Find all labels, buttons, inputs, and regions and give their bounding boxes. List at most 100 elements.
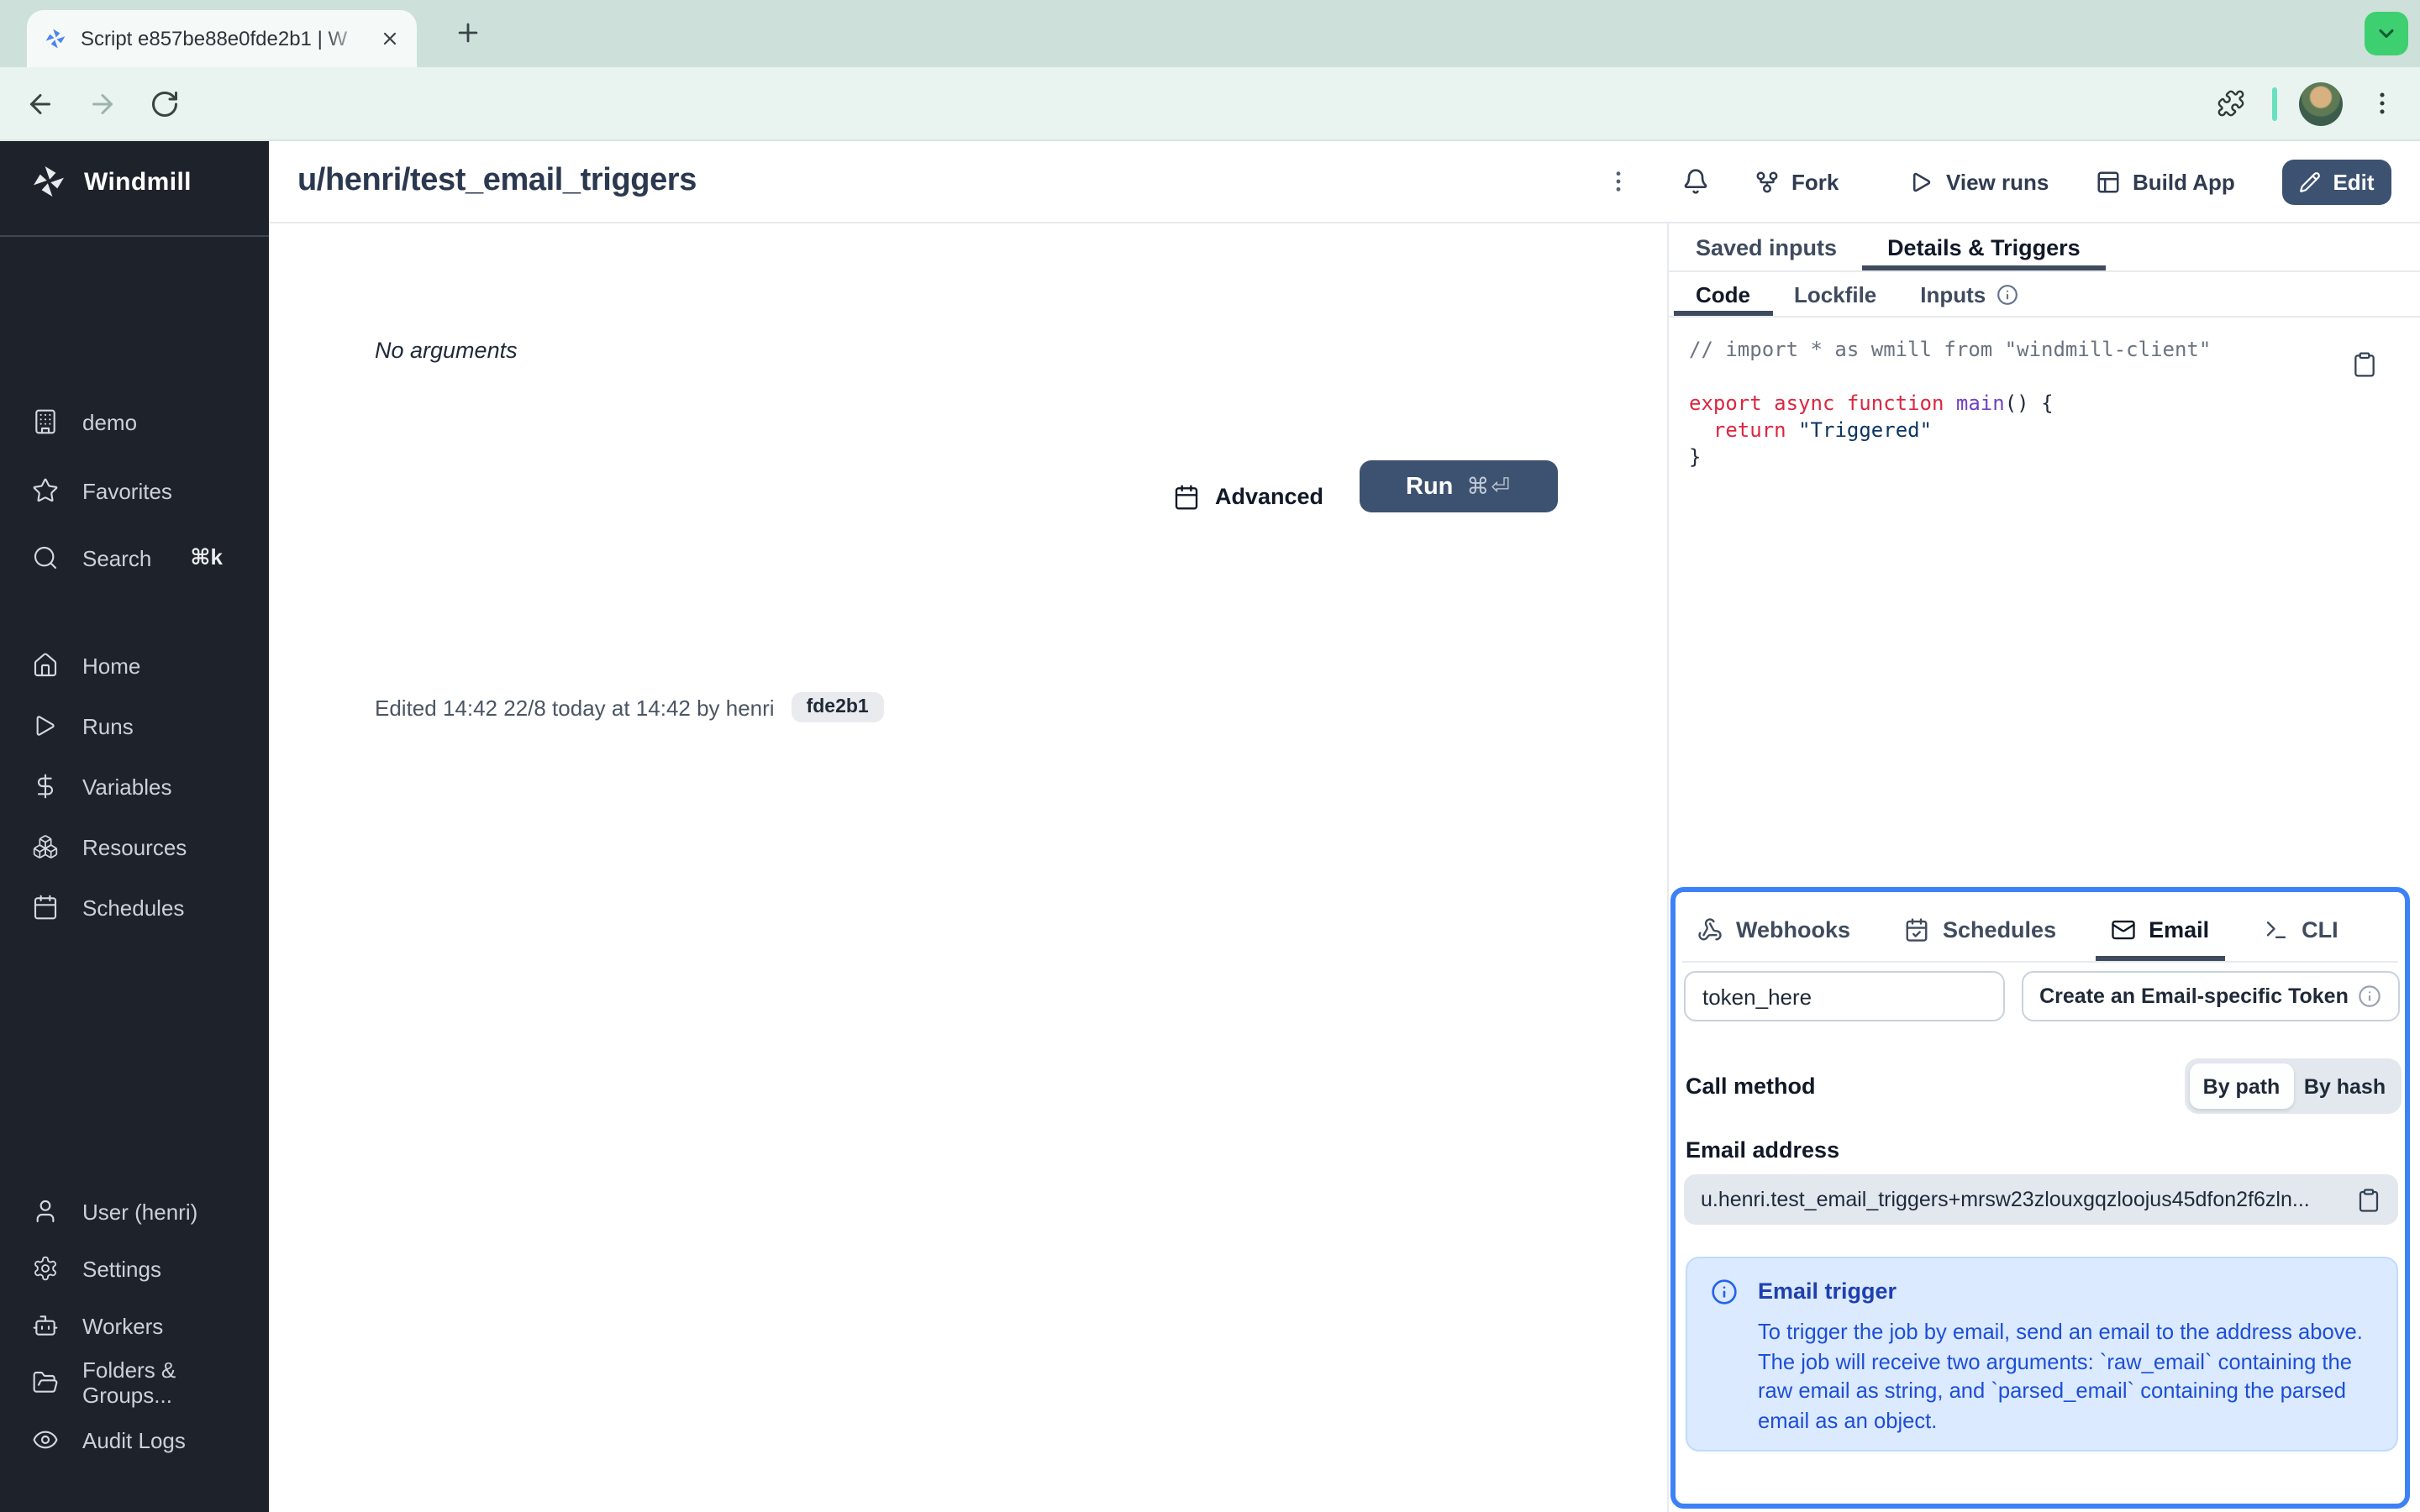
new-tab-button[interactable] (454, 18, 482, 47)
tab-lockfile[interactable]: Lockfile (1772, 272, 1898, 316)
page-title: u/henri/test_email_triggers (297, 163, 697, 198)
sidebar-item-label: Settings (82, 1256, 161, 1281)
by-hash-option[interactable]: By hash (2293, 1063, 2396, 1109)
sidebar-item-workers[interactable]: Workers (0, 1302, 269, 1349)
tab-code[interactable]: Code (1674, 272, 1772, 316)
edit-label: Edit (2333, 170, 2375, 195)
tab-details-triggers[interactable]: Details & Triggers (1862, 223, 2106, 270)
robot-icon (32, 1312, 59, 1339)
info-body: To trigger the job by email, send an ema… (1758, 1319, 2363, 1432)
sidebar-item-runs[interactable]: Runs (0, 702, 269, 749)
building-icon (32, 408, 59, 435)
edit-button[interactable]: Edit (2282, 160, 2391, 205)
sidebar-item-label: Workers (82, 1313, 164, 1338)
sidebar-item-home[interactable]: Home (0, 642, 269, 689)
run-button[interactable]: Run ⌘⏎ (1360, 460, 1558, 512)
tab-webhooks[interactable]: Webhooks (1682, 897, 1865, 961)
tab-title: Script e857be88e0fde2b1 | W (81, 27, 366, 50)
email-trigger-info-box: Email trigger To trigger the job by emai… (1686, 1257, 2398, 1452)
tab-email[interactable]: Email (2095, 897, 2224, 961)
extensions-icon[interactable] (2217, 89, 2245, 118)
sidebar-divider (0, 235, 269, 237)
reload-button[interactable] (150, 89, 180, 119)
sidebar-item-schedules[interactable]: Schedules (0, 884, 269, 931)
tab-close-icon[interactable] (380, 29, 400, 49)
sidebar-item-label: Folders & Groups... (82, 1357, 176, 1408)
tab-inputs[interactable]: Inputs (1898, 272, 2039, 316)
search-icon (32, 544, 59, 571)
fork-button[interactable]: Fork (1754, 141, 1839, 222)
sidebar-item-label: Schedules (82, 895, 185, 920)
tab-webhooks-label: Webhooks (1736, 916, 1851, 942)
call-method-label: Call method (1686, 1074, 1816, 1099)
webhook-icon (1697, 916, 1723, 942)
forward-button[interactable] (87, 89, 118, 119)
build-app-button[interactable]: Build App (2096, 141, 2235, 222)
bell-icon (1682, 168, 1709, 195)
sidebar-item-workspace[interactable]: demo (0, 398, 269, 445)
layout-grid-icon (2096, 169, 2121, 194)
no-arguments-text: No arguments (375, 338, 518, 363)
terminal-icon (2263, 916, 2288, 942)
panel-tabs: Saved inputs Details & Triggers (1669, 223, 2420, 272)
create-email-token-label: Create an Email-specific Token (2039, 984, 2349, 1008)
sidebar-item-search[interactable]: Search ⌘k (0, 534, 269, 581)
token-input[interactable] (1684, 971, 2005, 1021)
notifications-bell[interactable] (1682, 141, 1709, 222)
sidebar-item-user[interactable]: User (henri) (0, 1188, 269, 1235)
create-email-token-button[interactable]: Create an Email-specific Token (2022, 971, 2400, 1021)
sidebar: Windmill demo Favorites Search ⌘k Home R… (0, 141, 269, 1512)
tab-search-button[interactable] (2365, 12, 2408, 55)
sidebar-item-label: Favorites (82, 478, 172, 503)
tab-schedules[interactable]: Schedules (1889, 897, 2071, 961)
view-runs-label: View runs (1946, 169, 2049, 194)
tab-schedules-label: Schedules (1943, 916, 2057, 942)
copy-code-icon[interactable] (2351, 351, 2378, 378)
trigger-tabs: Webhooks Schedules Email CLI (1682, 897, 2398, 963)
build-app-label: Build App (2133, 169, 2235, 194)
home-icon (32, 652, 59, 679)
sidebar-item-label: Runs (82, 713, 134, 738)
pencil-icon (2299, 171, 2321, 193)
envelope-icon (2110, 916, 2135, 942)
user-icon (32, 1198, 59, 1225)
clipboard-icon (2356, 1187, 2381, 1212)
sidebar-item-audit-logs[interactable]: Audit Logs (0, 1416, 269, 1463)
sidebar-item-variables[interactable]: Variables (0, 763, 269, 810)
sidebar-item-label: demo (82, 409, 138, 434)
sidebar-item-favorites[interactable]: Favorites (0, 467, 269, 514)
tab-cli[interactable]: CLI (2248, 897, 2354, 961)
windmill-brand[interactable]: Windmill (30, 163, 192, 200)
play-icon (1909, 169, 1934, 194)
sidebar-item-resources[interactable]: Resources (0, 823, 269, 870)
triggers-panel: Webhooks Schedules Email CLI Create an E… (1670, 887, 2410, 1509)
view-runs-button[interactable]: View runs (1909, 141, 2049, 222)
tab-saved-inputs[interactable]: Saved inputs (1670, 223, 1862, 270)
sidebar-item-label: Home (82, 653, 141, 678)
browser-menu-icon[interactable] (2368, 89, 2396, 118)
chevron-down-icon (2375, 22, 2398, 45)
back-button[interactable] (25, 89, 55, 119)
folder-open-icon (32, 1369, 59, 1396)
header-kebab-menu[interactable] (1605, 141, 1632, 222)
tab-email-label: Email (2149, 916, 2210, 942)
by-path-option[interactable]: By path (2190, 1063, 2293, 1109)
windmill-favicon (44, 27, 67, 50)
version-hash-badge[interactable]: fde2b1 (791, 692, 884, 722)
page-header: u/henri/test_email_triggers Fork View ru… (269, 141, 2420, 223)
sidebar-item-folders-groups[interactable]: Folders & Groups... (0, 1357, 269, 1408)
panel-subtabs: Code Lockfile Inputs (1669, 272, 2420, 318)
advanced-button[interactable]: Advanced (1173, 470, 1323, 522)
details-panel: Saved inputs Details & Triggers Code Loc… (1667, 223, 2420, 1512)
gear-icon (32, 1255, 59, 1282)
calendar-icon (32, 894, 59, 921)
advanced-label: Advanced (1215, 484, 1324, 509)
sidebar-item-label: Audit Logs (82, 1427, 186, 1452)
sidebar-item-settings[interactable]: Settings (0, 1245, 269, 1292)
email-address-field[interactable]: u.henri.test_email_triggers+mrsw23zlouxg… (1684, 1174, 2398, 1225)
avatar[interactable] (2299, 82, 2343, 126)
windmill-logo-icon (30, 163, 67, 200)
browser-tab[interactable]: Script e857be88e0fde2b1 | W (27, 10, 417, 67)
tab-inputs-label: Inputs (1920, 281, 1986, 307)
browser-toolbar: app.windmill.dev/scripts/get/e857be88e0f… (0, 67, 2420, 197)
